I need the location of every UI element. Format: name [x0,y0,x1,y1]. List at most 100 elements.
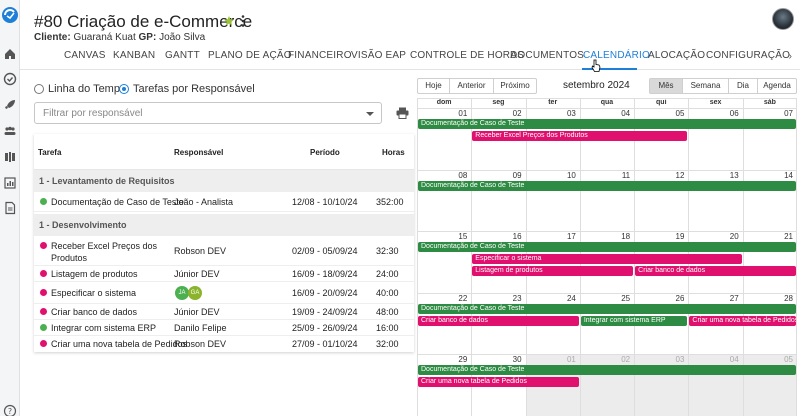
day-number[interactable]: 29 [447,355,467,364]
calendar-event[interactable]: Criar banco de dados [635,266,796,276]
day-number[interactable]: 10 [556,171,576,180]
tabs-scroll-right-icon[interactable]: › [789,51,792,62]
today-button[interactable]: Hoje [418,79,450,93]
day-number[interactable]: 15 [447,232,467,241]
calendar-event[interactable]: Documentação de Caso de Teste [418,119,796,129]
calendar-event[interactable]: Criar banco de dados [418,315,579,326]
tab-alocacao[interactable]: ALOCAÇÃO [648,50,705,61]
day-number[interactable]: 21 [773,232,793,241]
day-number[interactable]: 11 [610,171,630,180]
table-row[interactable]: Documentação de Caso de Teste João - Ana… [34,192,414,212]
table-row[interactable]: Integrar com sistema ERP Danilo Felipe 2… [34,320,414,336]
view-week-button[interactable]: Semana [683,79,729,93]
team-icon[interactable] [3,124,17,138]
day-number[interactable]: 23 [502,294,522,303]
calendar-event[interactable]: Receber Excel Preços dos Produtos [472,131,688,141]
help-icon[interactable]: ? [3,404,17,416]
day-number[interactable]: 08 [447,171,467,180]
tab-visao-eap[interactable]: VISÃO EAP [351,50,406,61]
day-number[interactable]: 09 [502,171,522,180]
tab-controle-de-horas[interactable]: CONTROLE DE HORAS [410,50,524,61]
day-number[interactable]: 05 [664,109,685,118]
home-icon[interactable] [3,47,17,61]
responsible-filter-select[interactable]: Filtrar por responsável [34,102,382,124]
day-number[interactable]: 20 [719,232,739,241]
calendar-event[interactable]: Criar uma nova tabela de Pedidos [689,315,796,326]
weekday-header: dom [436,99,452,106]
day-number[interactable]: 18 [610,232,630,241]
printer-icon[interactable] [396,107,409,119]
day-number[interactable]: 14 [773,171,793,180]
day-number[interactable]: 01 [556,355,576,364]
day-number[interactable]: 22 [447,294,467,303]
radio-timeline-label[interactable]: Linha do Tempo [48,83,126,95]
task-period: 27/09 - 01/10/24 [292,339,358,349]
day-number[interactable]: 04 [719,355,739,364]
day-number[interactable]: 16 [502,232,522,241]
calendar-event[interactable]: Integrar com sistema ERP [580,315,688,326]
day-number[interactable]: 01 [447,109,467,118]
calendar-event[interactable]: Documentação de Caso de Teste [418,365,796,375]
status-dot [40,324,47,331]
tab-kanban[interactable]: KANBAN [113,50,155,61]
rocket-icon[interactable] [3,98,17,112]
assignee-chip[interactable]: JA [175,286,189,300]
status-dot [40,198,47,205]
assignee-chip[interactable]: GA [188,286,202,300]
table-row[interactable]: Listagem de produtos Júnior DEV 16/09 - … [34,266,414,282]
day-number[interactable]: 17 [556,232,576,241]
task-name: Criar uma nova tabela de Pedidos [51,339,188,349]
day-number[interactable]: 12 [664,171,685,180]
calendar-event[interactable]: Documentação de Caso de Teste [418,242,796,252]
day-number[interactable]: 04 [610,109,630,118]
star-icon[interactable] [223,15,235,27]
radio-by-responsible-label[interactable]: Tarefas por Responsável [133,83,255,95]
day-number[interactable]: 26 [664,294,685,303]
status-dot [40,308,47,315]
more-options-icon[interactable] [240,14,246,28]
day-number[interactable]: 06 [719,109,739,118]
tab-gantt[interactable]: GANTT [165,50,200,61]
calendar-event[interactable]: Criar uma nova tabela de Pedidos [418,377,579,387]
day-number[interactable]: 02 [610,355,630,364]
tab-canvas[interactable]: CANVAS [64,50,106,61]
tab-configuracao[interactable]: CONFIGURAÇÃO [706,50,790,61]
calendar-event[interactable]: Documentação de Caso de Teste [418,303,796,314]
day-number[interactable]: 03 [556,109,576,118]
day-number[interactable]: 24 [556,294,576,303]
day-number[interactable]: 19 [664,232,685,241]
day-number[interactable]: 30 [502,355,522,364]
view-day-button[interactable]: Dia [729,79,758,93]
user-avatar[interactable] [772,8,794,30]
radio-by-responsible[interactable] [119,84,129,94]
layers-icon[interactable] [3,150,17,164]
tab-documentos[interactable]: DOCUMENTOS [510,50,584,61]
app-logo-icon[interactable] [1,6,19,24]
check-circle-icon[interactable] [3,72,17,86]
previous-button[interactable]: Anterior [450,79,494,93]
day-number[interactable]: 28 [773,294,793,303]
tab-plano-de-acao[interactable]: PLANO DE AÇÃO [208,50,292,61]
day-number[interactable]: 27 [719,294,739,303]
calendar-event[interactable]: Documentação de Caso de Teste [418,180,796,191]
calendar-event[interactable]: Especificar o sistema [472,254,742,264]
day-number[interactable]: 13 [719,171,739,180]
view-month-button[interactable]: Mês [650,79,683,93]
day-number[interactable]: 03 [664,355,685,364]
day-number[interactable]: 07 [773,109,793,118]
calendar-event[interactable]: Listagem de produtos [472,266,634,276]
filter-placeholder: Filtrar por responsável [43,108,143,119]
radio-timeline[interactable] [34,84,44,94]
view-agenda-button[interactable]: Agenda [758,79,796,93]
table-row[interactable]: Criar uma nova tabela de Pedidos Robson … [34,336,414,352]
day-number[interactable]: 25 [610,294,630,303]
chart-icon[interactable] [3,176,17,190]
day-number[interactable]: 02 [502,109,522,118]
table-row[interactable]: Especificar o sistema JA GA 16/09 - 20/0… [34,282,414,304]
table-row[interactable]: Receber Excel Preços dos Produtos Robson… [34,236,414,266]
tab-financeiro[interactable]: FINANCEIRO [288,50,352,61]
table-row[interactable]: Criar banco de dados Júnior DEV 19/09 - … [34,304,414,320]
document-icon[interactable] [3,201,17,215]
day-number[interactable]: 05 [773,355,793,364]
next-button[interactable]: Próximo [494,79,536,93]
